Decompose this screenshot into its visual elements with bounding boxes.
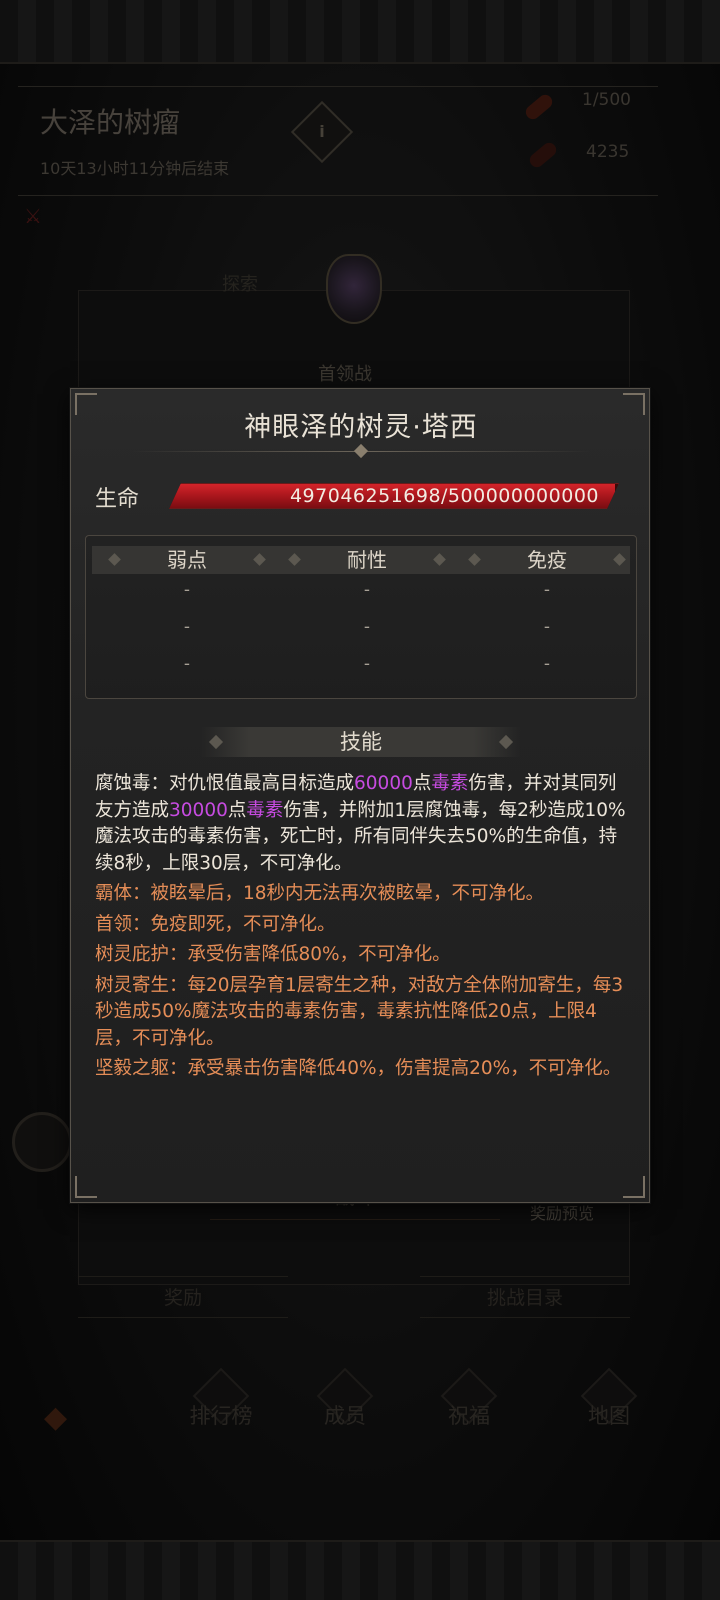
skill-entry: 树灵寄生：每20层孕育1层寄生之种，对敌方全体附加寄生，每3秒造成50%魔法攻击… (95, 973, 627, 1053)
skill-highlight: 毒素 (246, 799, 284, 821)
skill-entry: 霸体：被眩晕后，18秒内无法再次被眩晕，不可净化。 (95, 881, 627, 908)
skill-text: 树灵庇护：承受伤害降低80%，不可净化。 (95, 944, 451, 965)
immunity-header: 免疫 (462, 546, 632, 574)
resistance-value: - (363, 654, 371, 674)
immunity-value: - (543, 654, 551, 674)
skills-header: 技能 (201, 727, 521, 757)
corner-ornament (75, 1176, 97, 1198)
skill-highlight: 60000 (354, 773, 413, 794)
immunity-value: - (543, 617, 551, 637)
properties-table: 弱点 耐性 免疫 - - - - - - - - - (85, 535, 637, 699)
skill-entry: 首领：免疫即死，不可净化。 (95, 912, 627, 939)
skill-text: 点 (227, 799, 247, 821)
skills-list: 腐蚀毒：对仇恨值最高目标造成60000点毒素伤害，并对其同列友方造成30000点… (95, 771, 627, 1087)
skill-text: 首领：免疫即死，不可净化。 (95, 913, 336, 935)
resistance-header: 耐性 (282, 546, 452, 574)
weakness-value: - (183, 617, 191, 637)
skill-text: 树灵寄生：每20层孕育1层寄生之种，对敌方全体附加寄生，每3秒造成50%魔法攻击… (95, 974, 624, 1049)
skill-highlight: 毒素 (431, 773, 469, 794)
corner-ornament (623, 1176, 645, 1198)
resistance-value: - (363, 617, 371, 637)
skill-text: 腐蚀毒：对仇恨值最高目标造成 (95, 773, 355, 794)
weakness-header: 弱点 (102, 546, 272, 574)
weakness-value: - (183, 654, 191, 674)
skill-text: 点 (412, 773, 432, 794)
skill-text: 坚毅之躯：承受暴击伤害降低40%，伤害提高20%，不可净化。 (95, 1058, 622, 1079)
hp-label: 生命 (95, 487, 140, 512)
skill-text: 霸体：被眩晕后，18秒内无法再次被眩晕，不可净化。 (95, 883, 545, 904)
resistance-value: - (363, 580, 371, 600)
immunity-value: - (543, 580, 551, 600)
boss-info-dialog: 神眼泽的树灵·塔西 生命 497046251698/500000000000 弱… (70, 388, 650, 1203)
weakness-value: - (183, 580, 191, 600)
hp-value: 497046251698/500000000000 (289, 485, 599, 507)
divider-gem-icon (353, 443, 369, 459)
skill-highlight: 30000 (169, 799, 228, 821)
boss-name: 神眼泽的树灵·塔西 (244, 412, 478, 443)
skill-entry: 腐蚀毒：对仇恨值最高目标造成60000点毒素伤害，并对其同列友方造成30000点… (95, 771, 627, 877)
skill-entry: 坚毅之躯：承受暴击伤害降低40%，伤害提高20%，不可净化。 (95, 1056, 627, 1083)
skill-entry: 树灵庇护：承受伤害降低80%，不可净化。 (95, 942, 627, 969)
